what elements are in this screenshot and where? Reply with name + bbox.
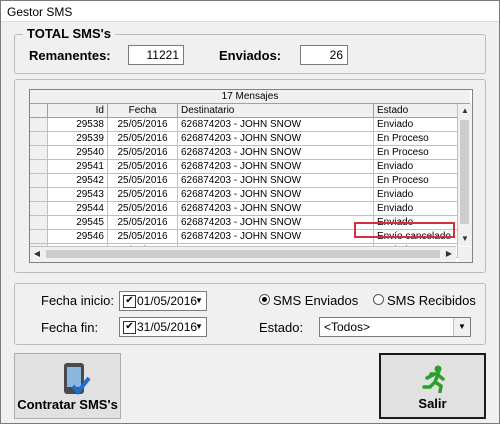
- cell-fecha: 25/05/2016: [108, 216, 178, 230]
- salir-button[interactable]: Salir: [379, 353, 486, 419]
- grid-caption: 17 Mensajes: [30, 90, 470, 104]
- remanentes-label: Remanentes:: [29, 48, 111, 63]
- contratar-sms-label: Contratar SMS's: [17, 397, 118, 412]
- cell-estado: Enviado: [374, 160, 458, 174]
- gestor-sms-window: Gestor SMS TOTAL SMS's Remanentes: 11221…: [0, 0, 500, 424]
- fecha-inicio-label: Fecha inicio:: [41, 293, 114, 308]
- table-row[interactable]: 29542 25/05/2016 626874203 - JOHN SNOW En P…: [30, 174, 460, 188]
- cell-destinatario: 626874203 - JOHN SNOW: [178, 174, 374, 188]
- cell-id: 29538: [48, 118, 108, 132]
- cell-id: 29545: [48, 216, 108, 230]
- table-row[interactable]: 29538 25/05/2016 626874203 - JOHN SNOW Envi…: [30, 118, 460, 132]
- fecha-fin-value: 31/05/2016: [137, 320, 198, 334]
- row-selector[interactable]: [30, 202, 48, 216]
- table-row[interactable]: 29541 25/05/2016 626874203 - JOHN SNOW Envi…: [30, 160, 460, 174]
- table-row[interactable]: 29544 25/05/2016 626874203 - JOHN SNOW Envi…: [30, 202, 460, 216]
- scroll-up-icon[interactable]: ▲: [458, 104, 472, 118]
- sms-enviados-radio[interactable]: [259, 294, 270, 305]
- cell-id: 29546: [48, 230, 108, 244]
- estado-select-value: <Todos>: [324, 320, 371, 334]
- cell-fecha: 25/05/2016: [108, 174, 178, 188]
- cell-id: 29541: [48, 160, 108, 174]
- enviados-label: Enviados:: [219, 48, 282, 63]
- cell-estado: En Proceso: [374, 174, 458, 188]
- chevron-down-icon[interactable]: ▼: [453, 318, 470, 336]
- grid-header-selector: [30, 104, 48, 118]
- cell-id: 29542: [48, 174, 108, 188]
- row-selector[interactable]: [30, 132, 48, 146]
- table-row[interactable]: 29539 25/05/2016 626874203 - JOHN SNOW En P…: [30, 132, 460, 146]
- scroll-down-icon[interactable]: ▼: [458, 232, 472, 246]
- cancelled-status-highlight: [354, 222, 455, 238]
- scroll-right-icon[interactable]: ▶: [442, 247, 456, 261]
- cell-id: 29540: [48, 146, 108, 160]
- cell-destinatario: 626874203 - JOHN SNOW: [178, 188, 374, 202]
- grid-vertical-scrollbar[interactable]: ▲ ▼: [457, 104, 472, 246]
- title-bar: Gestor SMS: [1, 1, 499, 22]
- cell-destinatario: 626874203 - JOHN SNOW: [178, 146, 374, 160]
- cell-destinatario: 626874203 - JOHN SNOW: [178, 160, 374, 174]
- cell-destinatario: 626874203 - JOHN SNOW: [178, 202, 374, 216]
- running-man-icon: [422, 365, 445, 393]
- row-selector[interactable]: [30, 230, 48, 244]
- cell-fecha: 25/05/2016: [108, 202, 178, 216]
- fecha-inicio-checkbox[interactable]: ✔: [123, 295, 136, 308]
- grid-header-fecha[interactable]: Fecha: [108, 104, 178, 118]
- table-row[interactable]: 29540 25/05/2016 626874203 - JOHN SNOW En P…: [30, 146, 460, 160]
- cell-estado: Enviado: [374, 118, 458, 132]
- cell-id: 29539: [48, 132, 108, 146]
- vertical-scroll-thumb[interactable]: [460, 120, 469, 224]
- estado-select[interactable]: <Todos> ▼: [319, 317, 471, 337]
- scrollbar-corner: [458, 247, 472, 262]
- fecha-fin-picker[interactable]: ✔ 31/05/2016 ▼: [119, 317, 207, 337]
- cell-destinatario: 626874203 - JOHN SNOW: [178, 132, 374, 146]
- table-row[interactable]: 29543 25/05/2016 626874203 - JOHN SNOW Envi…: [30, 188, 460, 202]
- phone-check-icon: [64, 363, 91, 396]
- remanentes-field: 11221: [128, 45, 184, 65]
- cell-fecha: 25/05/2016: [108, 118, 178, 132]
- cell-fecha: 25/05/2016: [108, 188, 178, 202]
- chevron-down-icon[interactable]: ▼: [192, 318, 206, 336]
- contratar-sms-button[interactable]: Contratar SMS's: [14, 353, 121, 419]
- estado-label: Estado:: [259, 320, 304, 335]
- cell-fecha: 25/05/2016: [108, 132, 178, 146]
- grid-header-id[interactable]: Id: [48, 104, 108, 118]
- grid-horizontal-scrollbar[interactable]: ◀ ▶: [30, 246, 456, 262]
- cell-estado: En Proceso: [374, 146, 458, 160]
- sms-recibidos-radio[interactable]: [373, 294, 384, 305]
- cell-id: 29544: [48, 202, 108, 216]
- scroll-left-icon[interactable]: ◀: [30, 247, 44, 261]
- enviados-field: 26: [300, 45, 348, 65]
- cell-id: 29543: [48, 188, 108, 202]
- row-selector[interactable]: [30, 160, 48, 174]
- cell-destinatario: 626874203 - JOHN SNOW: [178, 230, 374, 244]
- sms-enviados-label[interactable]: SMS Enviados: [273, 293, 358, 308]
- totals-group-label: TOTAL SMS's: [23, 26, 115, 41]
- fecha-fin-label: Fecha fin:: [41, 320, 99, 335]
- cell-fecha: 25/05/2016: [108, 160, 178, 174]
- grid-header-destinatario[interactable]: Destinatario: [178, 104, 374, 118]
- fecha-inicio-value: 01/05/2016: [137, 294, 198, 308]
- sms-recibidos-label[interactable]: SMS Recibidos: [387, 293, 476, 308]
- row-selector[interactable]: [30, 118, 48, 132]
- row-selector[interactable]: [30, 174, 48, 188]
- cell-estado: En Proceso: [374, 132, 458, 146]
- cell-estado: Enviado: [374, 188, 458, 202]
- cell-fecha: 25/05/2016: [108, 230, 178, 244]
- horizontal-scroll-thumb[interactable]: [46, 250, 440, 258]
- window-title: Gestor SMS: [7, 5, 73, 19]
- row-selector[interactable]: [30, 216, 48, 230]
- fecha-inicio-picker[interactable]: ✔ 01/05/2016 ▼: [119, 291, 207, 311]
- cell-destinatario: 626874203 - JOHN SNOW: [178, 216, 374, 230]
- grid-header-estado[interactable]: Estado: [374, 104, 458, 118]
- fecha-fin-checkbox[interactable]: ✔: [123, 321, 136, 334]
- cell-estado: Enviado: [374, 202, 458, 216]
- chevron-down-icon[interactable]: ▼: [192, 292, 206, 310]
- cell-destinatario: 626874203 - JOHN SNOW: [178, 118, 374, 132]
- row-selector[interactable]: [30, 188, 48, 202]
- row-selector[interactable]: [30, 146, 48, 160]
- cell-fecha: 25/05/2016: [108, 146, 178, 160]
- salir-label: Salir: [418, 396, 447, 411]
